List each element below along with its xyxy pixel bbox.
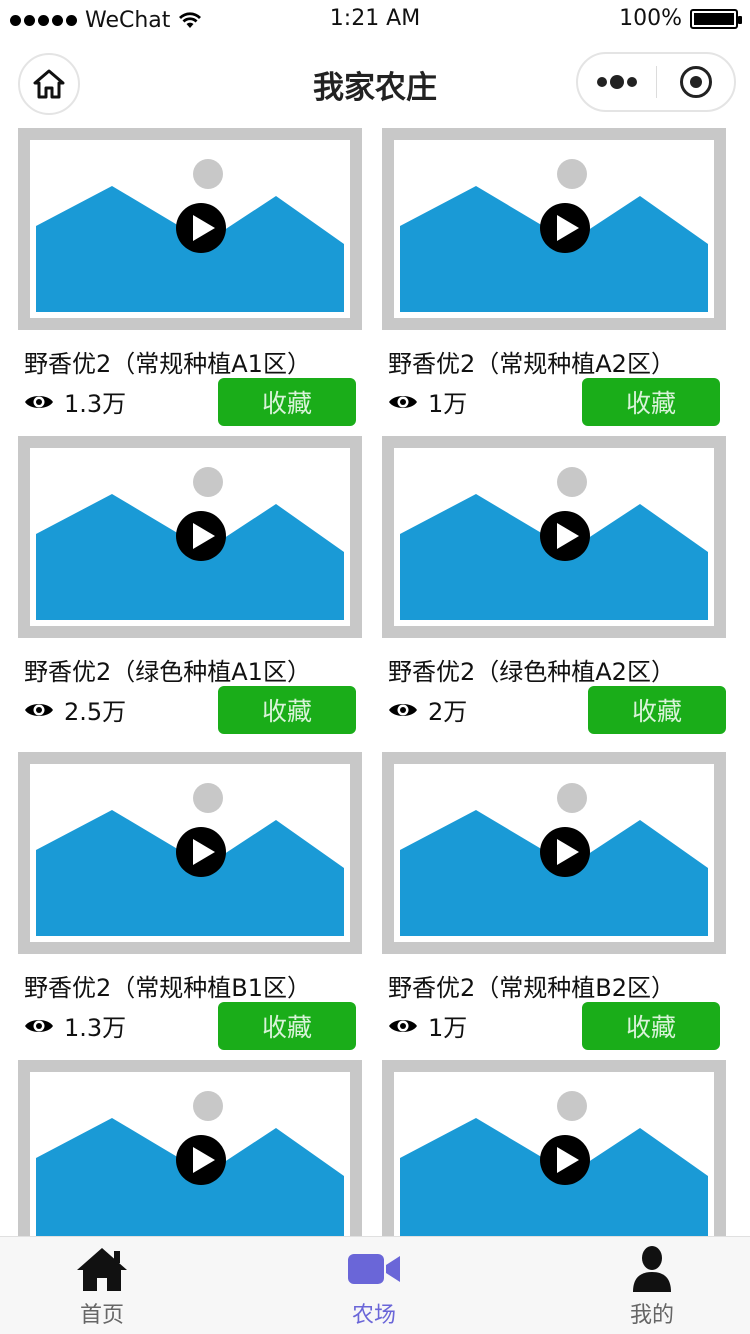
view-count: 2万: [388, 692, 467, 727]
tab-home-label: 首页: [79, 1303, 124, 1328]
video-thumbnail[interactable]: [382, 128, 726, 330]
video-title: 野香优2（常规种植B2区）: [388, 974, 676, 1002]
eye-icon: [389, 703, 417, 716]
view-count: 1万: [388, 384, 467, 419]
tab-farm[interactable]: 农场: [294, 1237, 454, 1334]
video-title: 野香优2（常规种植A2区）: [388, 350, 675, 378]
tab-home[interactable]: 首页: [22, 1237, 182, 1334]
eye-icon: [389, 395, 417, 408]
video-thumbnail[interactable]: [18, 752, 362, 954]
favorite-button[interactable]: 收藏: [218, 1002, 356, 1050]
video-card[interactable]: [382, 1060, 726, 1236]
tab-mine[interactable]: 我的: [572, 1237, 732, 1334]
video-thumbnail[interactable]: [18, 128, 362, 330]
status-right: 100%: [619, 6, 742, 31]
home-icon: [77, 1248, 127, 1291]
view-count: 1.3万: [24, 1008, 126, 1043]
favorite-button[interactable]: 收藏: [218, 686, 356, 734]
video-thumbnail[interactable]: [382, 752, 726, 954]
image-placeholder-icon: [400, 783, 708, 936]
video-title: 野香优2（常规种植A1区）: [24, 350, 311, 378]
image-placeholder-icon: [400, 1091, 708, 1236]
view-count-value: 1万: [428, 390, 468, 418]
view-count: 1.3万: [24, 384, 126, 419]
eye-icon: [25, 395, 53, 408]
video-card[interactable]: 野香优2（常规种植A1区） 1.3万 收藏: [18, 128, 362, 436]
battery-icon: [690, 8, 742, 29]
battery-percent: 100%: [619, 6, 682, 31]
more-dot-icon: [610, 75, 625, 89]
favorite-button[interactable]: 收藏: [588, 686, 726, 734]
image-placeholder-icon: [36, 467, 344, 620]
image-placeholder-icon: [36, 159, 344, 312]
close-mini-program-button[interactable]: [657, 54, 734, 110]
nav-bar: 我家农庄: [0, 40, 750, 128]
video-card[interactable]: 野香优2（绿色种植A1区） 2.5万 收藏: [18, 436, 362, 744]
more-dot-icon: [627, 77, 638, 87]
video-card[interactable]: 野香优2（常规种植B1区） 1.3万 收藏: [18, 752, 362, 1060]
video-thumbnail[interactable]: [18, 436, 362, 638]
view-count: 2.5万: [24, 692, 126, 727]
more-menu-button[interactable]: [578, 54, 656, 110]
video-thumbnail[interactable]: [382, 436, 726, 638]
favorite-button[interactable]: 收藏: [582, 378, 720, 426]
video-title: 野香优2（绿色种植A2区）: [388, 658, 675, 686]
user-icon: [633, 1246, 671, 1292]
video-thumbnail[interactable]: [18, 1060, 362, 1236]
eye-icon: [25, 1019, 53, 1032]
eye-icon: [389, 1019, 417, 1032]
tab-farm-label: 农场: [351, 1303, 396, 1328]
farm-video-list[interactable]: 野香优2（常规种植A1区） 1.3万 收藏 野香优2（常规种植A2区） 1万 收藏 野香优2…: [0, 128, 750, 1236]
video-title: 野香优2（常规种植B1区）: [24, 974, 312, 1002]
view-count-value: 2.5万: [64, 698, 127, 726]
video-camera-icon: [348, 1254, 400, 1284]
view-count-value: 2万: [428, 698, 468, 726]
view-count: 1万: [388, 1008, 467, 1043]
video-title: 野香优2（绿色种植A1区）: [24, 658, 311, 686]
video-card[interactable]: [18, 1060, 362, 1236]
more-dot-icon: [597, 77, 608, 87]
view-count-value: 1.3万: [64, 390, 127, 418]
mini-program-capsule: [576, 52, 736, 112]
target-circle-icon: [679, 66, 712, 98]
image-placeholder-icon: [36, 783, 344, 936]
video-card[interactable]: 野香优2（绿色种植A2区） 2万 收藏: [382, 436, 726, 744]
view-count-value: 1.3万: [64, 1014, 127, 1042]
favorite-button[interactable]: 收藏: [582, 1002, 720, 1050]
favorite-button[interactable]: 收藏: [218, 378, 356, 426]
video-thumbnail[interactable]: [382, 1060, 726, 1236]
video-card[interactable]: 野香优2（常规种植A2区） 1万 收藏: [382, 128, 726, 436]
video-card[interactable]: 野香优2（常规种植B2区） 1万 收藏: [382, 752, 726, 1060]
image-placeholder-icon: [400, 159, 708, 312]
eye-icon: [25, 703, 53, 716]
tab-mine-label: 我的: [629, 1303, 674, 1328]
tab-bar: 首页 农场 我的: [0, 1236, 750, 1334]
status-bar: WeChat 1:21 AM 100%: [0, 0, 750, 40]
image-placeholder-icon: [400, 467, 708, 620]
view-count-value: 1万: [428, 1014, 468, 1042]
image-placeholder-icon: [36, 1091, 344, 1236]
